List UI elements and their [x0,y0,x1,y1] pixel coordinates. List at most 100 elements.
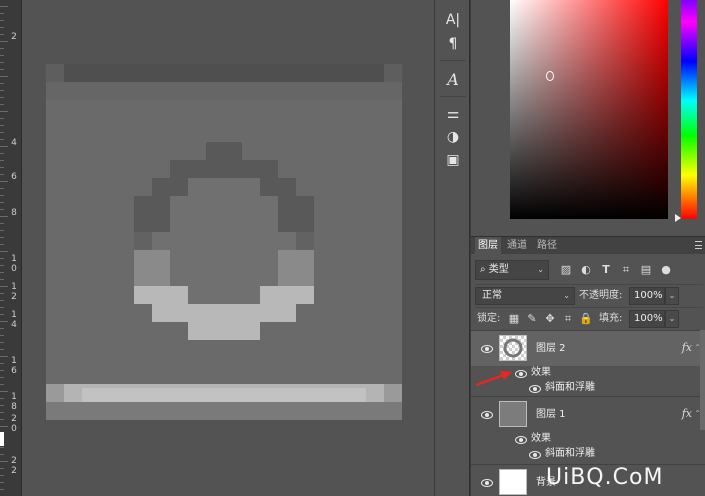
layer-kind-filter[interactable]: ⌕ 类型 ⌄ [475,260,549,280]
ruler-tick [0,398,4,399]
ruler-tick [0,475,4,476]
blend-mode-select[interactable]: 正常 ⌄ [475,287,575,305]
paragraph-panel-icon[interactable]: ¶ [443,34,463,54]
ruler-tick [0,349,4,350]
image-pixel-block [242,196,260,214]
image-pixel-block [134,286,152,304]
ruler-tick [0,244,4,245]
effects-label[interactable]: 效果 [531,366,551,380]
lock-position-icon[interactable]: ✥ [543,312,557,326]
image-pixel-block [134,214,152,232]
ruler-tick [0,468,4,469]
image-pixel-block [134,196,152,214]
smart-object-filter-icon[interactable]: ▤ [639,263,653,277]
ruler-tick [0,118,4,119]
image-pixel-block [206,160,224,178]
adjustments-panel-icon[interactable]: ⚌ [443,104,463,124]
ruler-tick [0,370,4,371]
effects-label[interactable]: 效果 [531,432,551,446]
lock-artboard-icon[interactable]: ⌗ [561,312,575,326]
ruler-tick [0,55,4,56]
image-pixel-block [170,160,188,178]
tab-paths[interactable]: 路径 [537,237,557,255]
ruler-position-marker [0,432,4,446]
lock-transparent-icon[interactable]: ▦ [507,312,521,326]
layer-name: 图层 1 [536,409,566,420]
photoshop-window: 2 4 6 8 1 0 1 2 1 4 1 6 1 8 2 0 2 2 A| ¶ A ⚌ ◑ ▣ 图… [0,0,705,496]
image-pixel-block [188,214,206,232]
image-pixel-block [260,250,278,268]
ruler-label: 1 2 [11,282,17,302]
hue-slider-handle[interactable] [675,214,681,222]
image-pixel-block [134,268,152,286]
image-pixel-block [206,142,224,160]
vertical-ruler[interactable]: 2 4 6 8 1 0 1 2 1 4 1 6 1 8 2 0 2 2 [0,0,22,496]
filter-toggle-icon[interactable]: ● [659,263,673,277]
layer-effects-icon[interactable]: fx [682,341,692,354]
image-pixel-block [188,250,206,268]
tab-layers[interactable]: 图层 [475,237,501,255]
shape-filter-icon[interactable]: ⌗ [619,263,633,277]
panel-icon-strip: A| ¶ A ⚌ ◑ ▣ [434,0,470,496]
ruler-tick [0,48,4,49]
blend-mode-value: 正常 [482,290,502,301]
opacity-dropdown-button[interactable]: ⌄ [665,287,679,305]
layer-effects-icon[interactable]: fx [682,407,692,420]
effects-visibility-eye-icon[interactable] [515,370,527,378]
ruler-label: 2 0 [11,414,17,434]
right-panel: 图层 通道 路径 ⌕ 类型 ⌄ ▨ ◐ T ⌗ ▤ ● 正常 ⌄ 不透明度: 1… [470,0,705,496]
type-filter-icon[interactable]: T [599,263,613,277]
visibility-eye-icon[interactable] [481,345,493,353]
image-pixel-block [134,250,152,268]
visibility-eye-icon[interactable] [481,479,493,487]
lock-image-icon[interactable]: ✎ [525,312,539,326]
visibility-eye-icon[interactable] [481,411,493,419]
image-pixel-block [224,214,242,232]
hue-slider[interactable] [681,0,697,219]
lock-all-icon[interactable]: 🔒 [579,312,593,326]
glyphs-panel-icon[interactable]: A [443,70,463,90]
effect-visibility-eye-icon[interactable] [529,385,541,393]
panel-menu-icon[interactable] [695,241,702,249]
fill-input[interactable]: 100% [629,310,665,328]
image-pixel-block [170,304,188,322]
image-pixel-block [278,232,296,250]
opacity-input[interactable]: 100% [629,287,665,305]
layer-row[interactable]: 图层 2 fx ⌃ [471,330,705,366]
image-pixel-block [188,178,206,196]
effect-bevel-emboss[interactable]: 斜面和浮雕 [545,447,595,461]
adjustment-filter-icon[interactable]: ◐ [579,263,593,277]
ruler-tick [0,321,8,322]
image-pixel-block [152,178,170,196]
ruler-tick [0,237,4,238]
image-filter-icon[interactable]: ▨ [559,263,573,277]
ruler-label: 6 [11,172,17,182]
document-canvas[interactable] [22,0,434,496]
blend-opacity-row: 正常 ⌄ 不透明度: 100% ⌄ [475,284,703,306]
effect-bevel-emboss[interactable]: 斜面和浮雕 [545,381,595,395]
image-pixel-block [224,268,242,286]
ruler-tick [0,104,4,105]
ruler-tick [0,69,4,70]
styles-panel-icon[interactable]: ◑ [443,127,463,147]
tab-channels[interactable]: 通道 [507,237,527,255]
effects-visibility-eye-icon[interactable] [515,436,527,444]
color-field[interactable] [510,0,668,219]
image-pixel-block [242,322,260,340]
properties-panel-icon[interactable]: ▣ [443,150,463,170]
ruler-tick [0,223,4,224]
image-pixel-block [188,196,206,214]
effect-visibility-eye-icon[interactable] [529,451,541,459]
image-pixel-block [152,232,170,250]
color-picker-cursor[interactable] [546,71,554,81]
chevron-down-icon: ⌄ [537,265,544,274]
ruler-tick [0,482,4,483]
image-pixel-block [242,304,260,322]
image-pixel-block [152,250,170,268]
ruler-tick [0,454,4,455]
ruler-tick [0,412,4,413]
character-panel-icon[interactable]: A| [443,10,463,30]
fill-dropdown-button[interactable]: ⌄ [665,310,679,328]
layers-scrollbar[interactable] [700,330,705,430]
layer-row[interactable]: 图层 1 fx ⌃ [471,396,705,432]
